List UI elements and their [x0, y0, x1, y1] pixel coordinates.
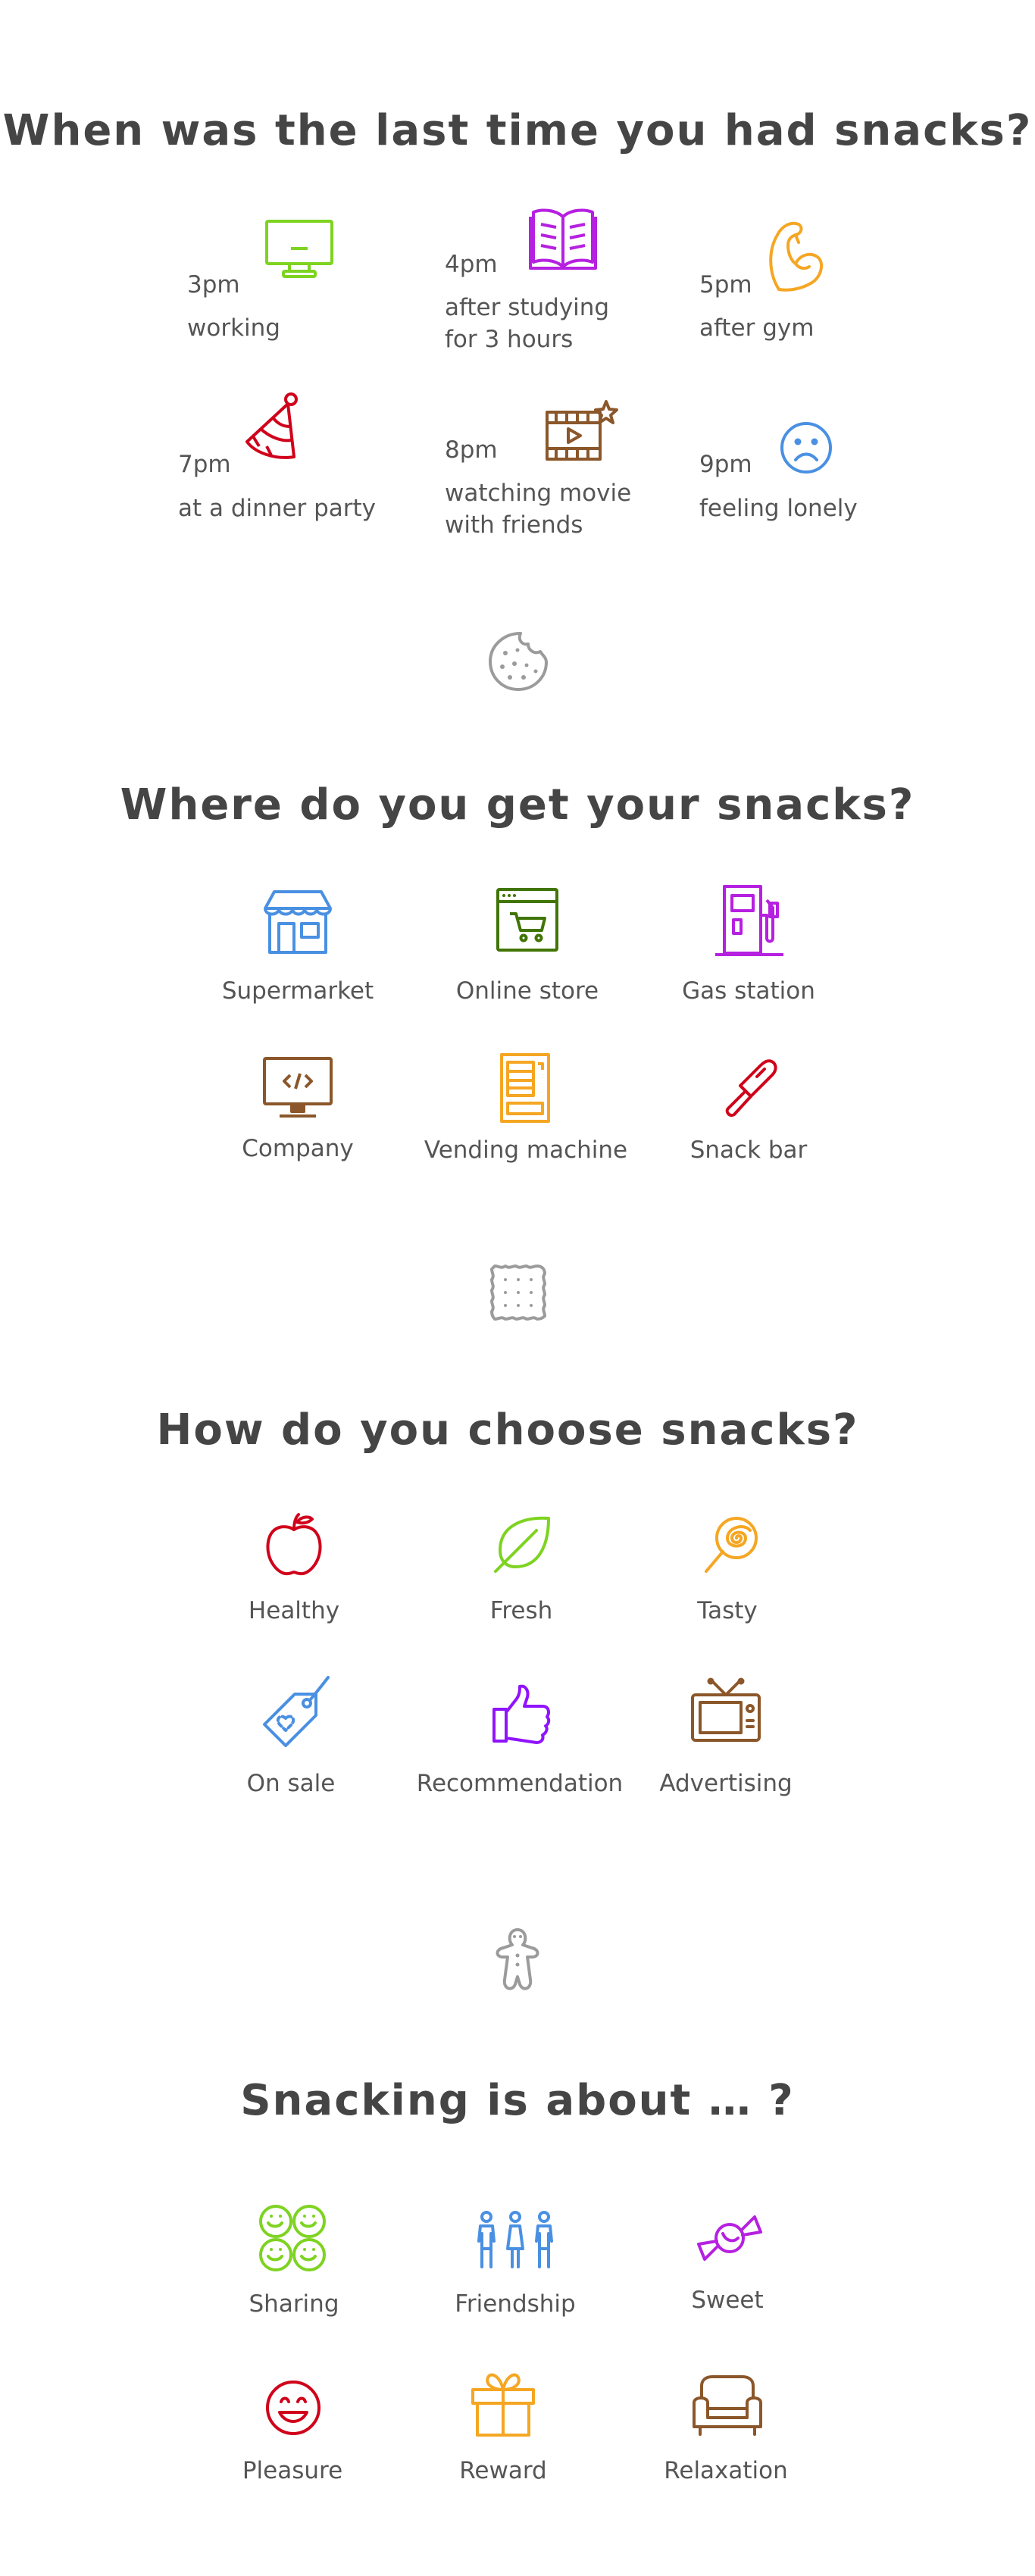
- value-label: Friendship: [455, 2290, 576, 2318]
- criterion-label: Recommendation: [416, 1770, 624, 1797]
- section-title-how: How do you choose snacks?: [156, 1405, 859, 1455]
- activity-label-line2: for 3 hours: [445, 326, 574, 353]
- fuel-pump-icon: [715, 885, 783, 956]
- section-title-about: Snacking is about … ?: [240, 2076, 795, 2125]
- gingerbread-man-icon: [496, 1928, 539, 1990]
- time-label: 5pm: [699, 271, 752, 299]
- price-tag-icon: [263, 1676, 330, 1747]
- activity-label-line2: with friends: [445, 511, 583, 539]
- open-book-icon: [529, 208, 597, 270]
- monitor-icon: [265, 220, 333, 278]
- criterion-label: Fresh: [489, 1597, 553, 1624]
- source-label: Vending machine: [424, 1136, 628, 1164]
- time-label: 4pm: [445, 251, 498, 278]
- party-hat-icon: [245, 392, 298, 459]
- source-label: Online store: [455, 977, 599, 1005]
- gift-icon: [471, 2373, 535, 2437]
- section-title-where: Where do you get your snacks?: [120, 780, 915, 830]
- activity-label: feeling lonely: [699, 495, 858, 522]
- apple-icon: [266, 1513, 322, 1576]
- friends-icon: [477, 2211, 553, 2268]
- thumbs-up-icon: [492, 1684, 551, 1744]
- time-label: 8pm: [445, 436, 498, 464]
- source-label: Gas station: [682, 977, 815, 1005]
- candy-icon: [697, 2215, 762, 2261]
- smile-icon: [266, 2381, 321, 2435]
- activity-label: working: [187, 314, 280, 342]
- source-label: Snack bar: [689, 1136, 808, 1164]
- computer-code-icon: [263, 1057, 333, 1118]
- bitten-cookie-icon: [489, 632, 548, 691]
- lollipop-icon: [705, 1517, 758, 1573]
- popsicle-icon: [725, 1059, 777, 1117]
- value-label: Sharing: [249, 2290, 339, 2318]
- section-title-when: When was the last time you had snacks?: [2, 106, 1033, 155]
- criterion-label: On sale: [246, 1770, 336, 1797]
- leaf-icon: [494, 1516, 550, 1573]
- criterion-label: Healthy: [248, 1597, 340, 1624]
- film-clapper-icon: [546, 400, 618, 461]
- online-cart-icon: [496, 888, 558, 952]
- time-label: 7pm: [178, 451, 231, 478]
- criterion-label: Tasty: [697, 1597, 758, 1624]
- activity-label-line1: watching movie: [445, 480, 632, 507]
- store-icon: [264, 890, 332, 954]
- activity-label: after gym: [699, 314, 815, 342]
- source-label: Supermarket: [221, 977, 374, 1005]
- activity-label: at a dinner party: [178, 495, 377, 522]
- sad-face-icon: [780, 422, 832, 474]
- vending-machine-icon: [500, 1053, 550, 1123]
- value-label: Relaxation: [664, 2457, 788, 2484]
- tv-icon: [691, 1677, 761, 1742]
- activity-label-line1: after studying: [445, 294, 610, 321]
- time-label: 9pm: [699, 451, 752, 478]
- time-label: 3pm: [187, 271, 240, 299]
- criterion-label: Advertising: [659, 1770, 793, 1797]
- value-label: Reward: [459, 2457, 547, 2484]
- value-label: Pleasure: [242, 2457, 343, 2484]
- armchair-icon: [693, 2375, 762, 2436]
- cookies-icon: [259, 2205, 326, 2271]
- source-label: Company: [242, 1135, 354, 1162]
- flexed-arm-icon: [769, 221, 824, 292]
- value-label: Sweet: [691, 2287, 764, 2314]
- cracker-icon: [490, 1265, 546, 1321]
